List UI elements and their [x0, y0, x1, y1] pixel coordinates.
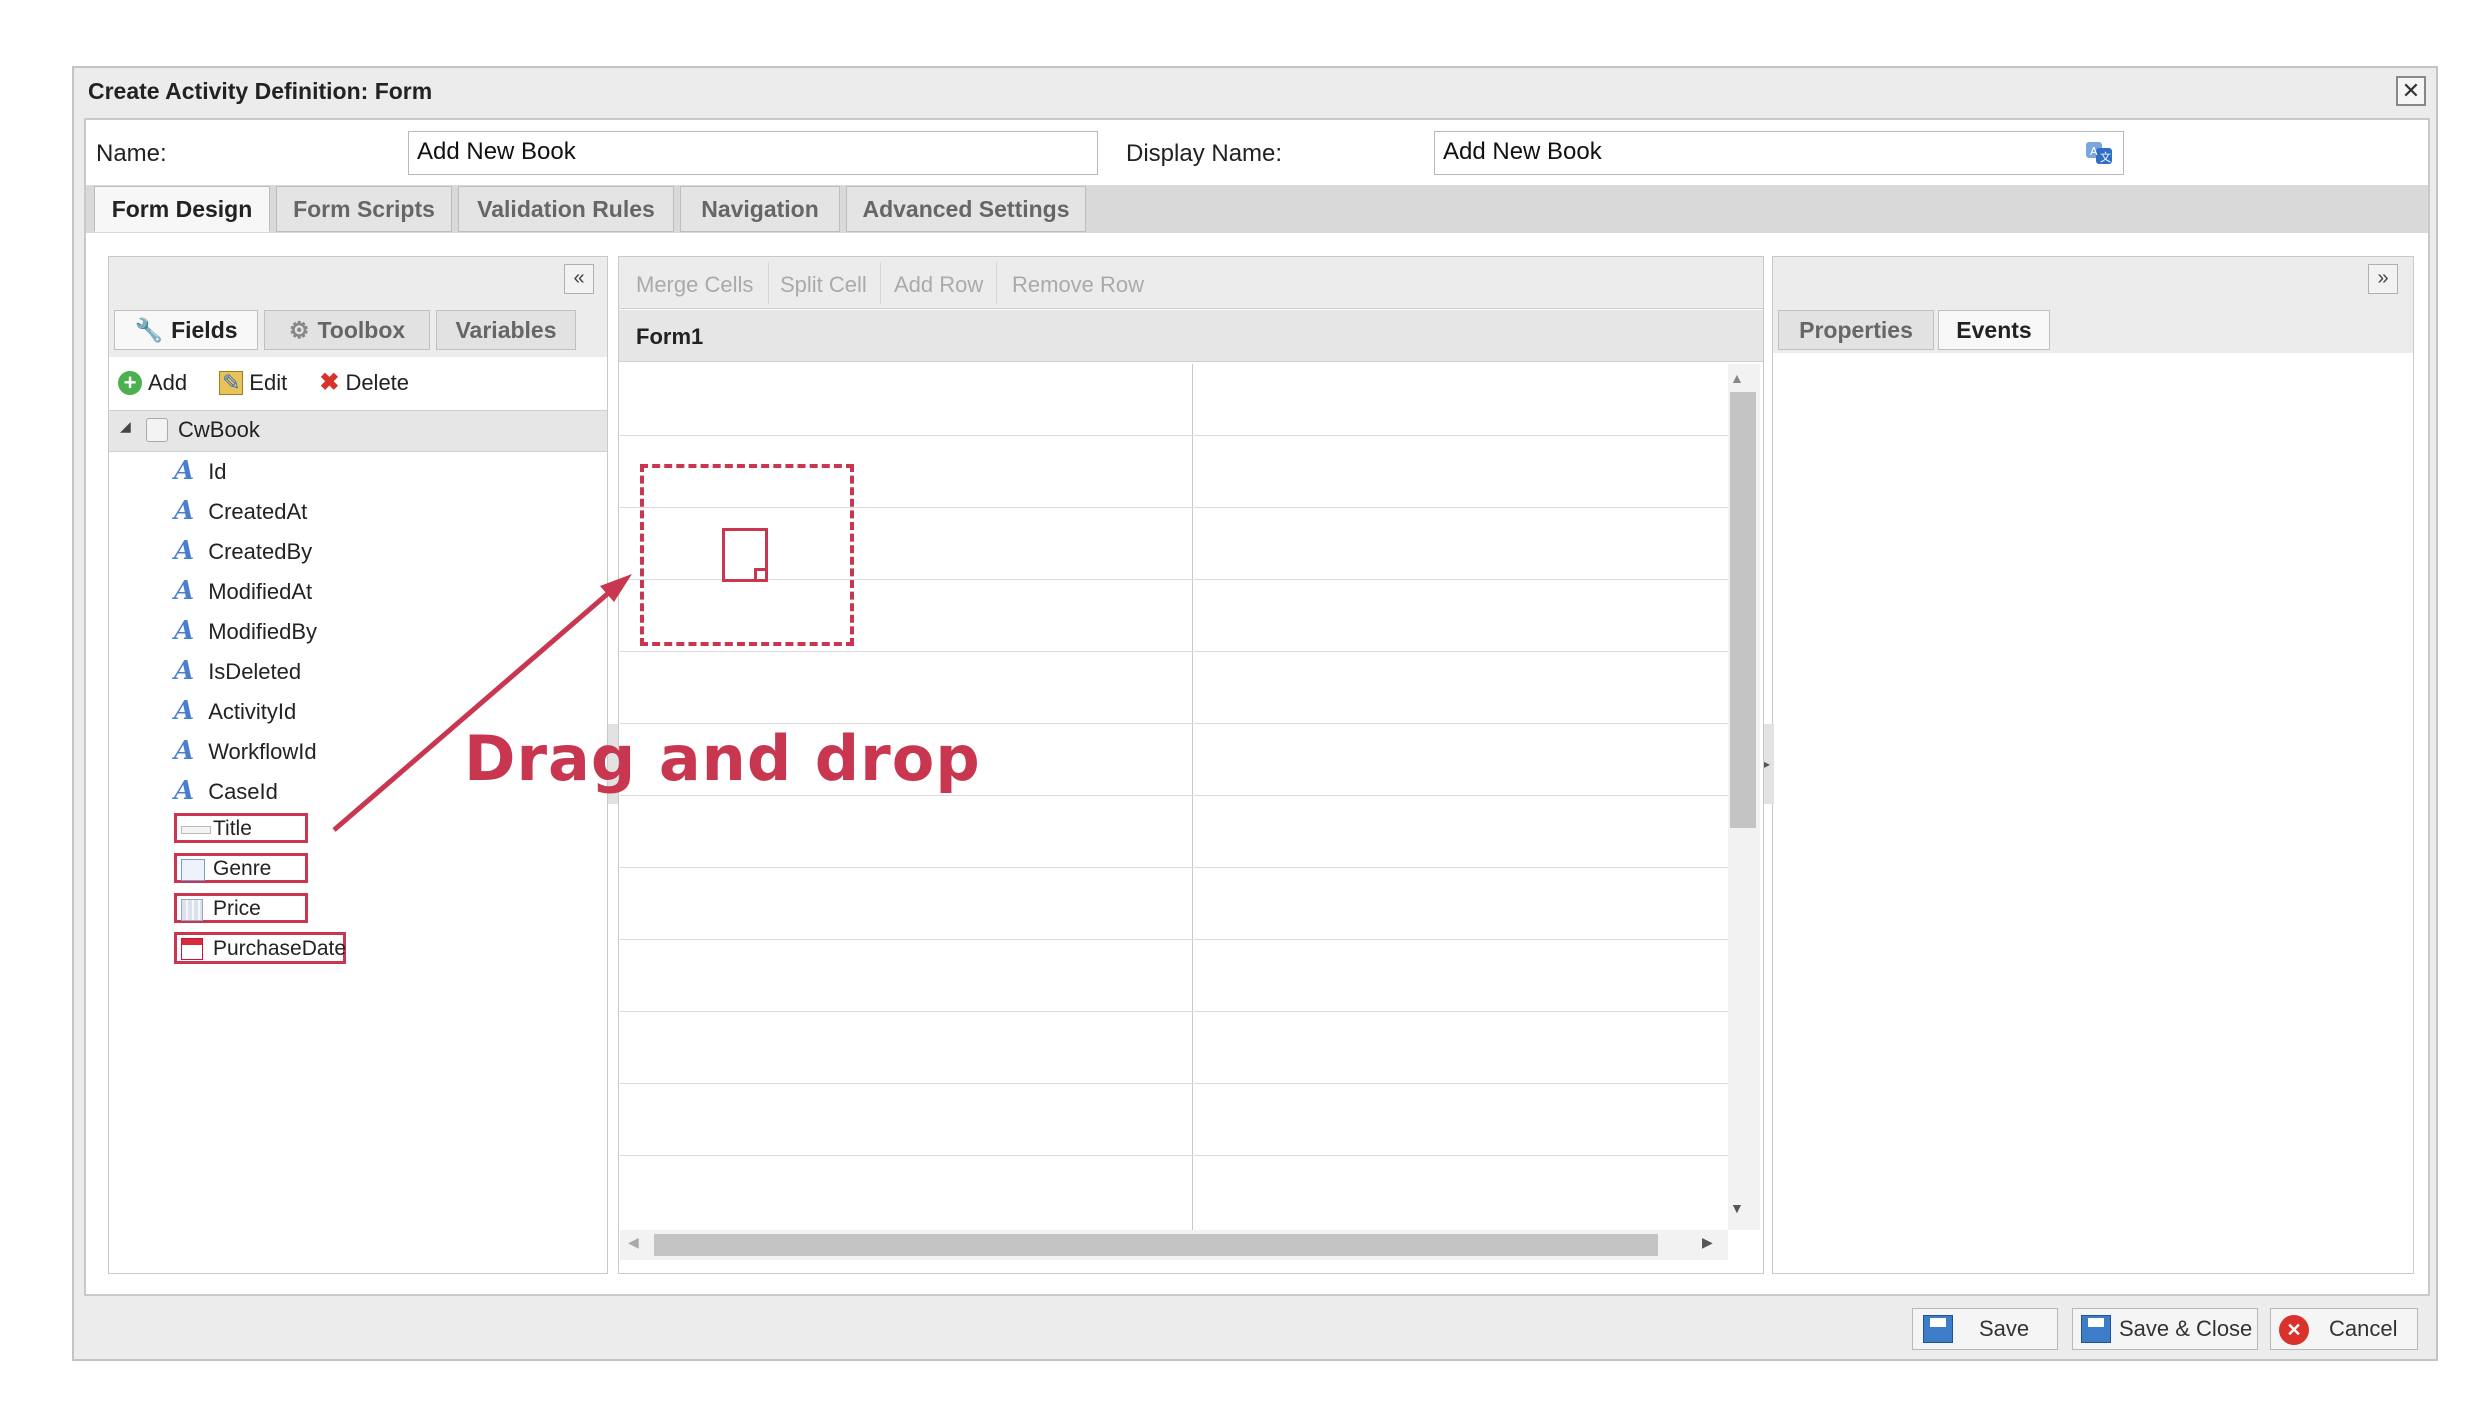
drag-and-drop-annotation: Drag and drop	[464, 722, 981, 795]
floppy-disk-icon	[1923, 1315, 1953, 1343]
floppy-disk-icon	[2081, 1315, 2111, 1343]
save-button[interactable]: Save	[1912, 1308, 2058, 1350]
save-label: Save	[1979, 1316, 2030, 1341]
cancel-icon: ✕	[2279, 1315, 2309, 1345]
cancel-label: Cancel	[2329, 1316, 2398, 1341]
save-close-button[interactable]: Save & Close	[2072, 1308, 2258, 1350]
cancel-button[interactable]: ✕ Cancel	[2270, 1308, 2418, 1350]
save-close-label: Save & Close	[2119, 1316, 2253, 1341]
drag-arrow-annotation	[332, 574, 632, 832]
